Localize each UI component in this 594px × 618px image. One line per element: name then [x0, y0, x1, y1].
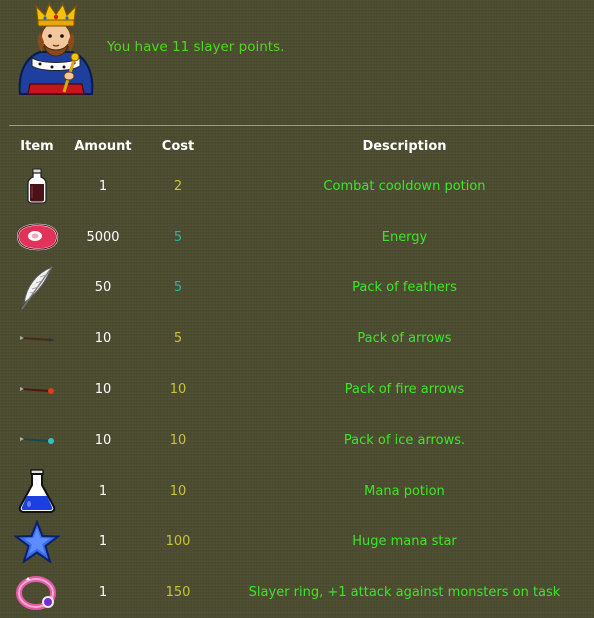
cost-cell: 10	[169, 382, 187, 398]
column-header-cost: Cost	[161, 138, 195, 154]
mana-potion-flask-icon	[18, 469, 56, 514]
description-cell: Energy	[381, 229, 428, 245]
table-header-row: Item Amount Cost Description	[9, 131, 594, 161]
shop-header: You have 11 slayer points.	[14, 2, 594, 102]
description-cell: Pack of feathers	[352, 280, 457, 296]
cost-cell: 150	[165, 585, 191, 601]
table-row[interactable]: 1 150 Slayer ring, +1 attack against mon…	[9, 567, 594, 618]
table-row[interactable]: 10 5 Pack of arrows	[9, 313, 594, 364]
item-cell[interactable]	[9, 161, 65, 212]
cost-cell: 5	[173, 331, 183, 347]
item-cell[interactable]	[9, 364, 65, 415]
item-cell[interactable]	[9, 313, 65, 364]
item-cell[interactable]	[9, 212, 65, 263]
ice-arrow-icon	[20, 437, 54, 445]
cost-cell: 10	[169, 432, 187, 448]
table-row[interactable]: 5000 5 Energy	[9, 212, 594, 263]
amount-cell: 50	[94, 280, 112, 296]
arrow-icon	[20, 335, 55, 342]
header-divider	[9, 125, 594, 126]
column-header-amount: Amount	[74, 138, 132, 154]
table-row[interactable]: 10 10 Pack of fire arrows	[9, 364, 594, 415]
meat-steak-icon	[16, 224, 59, 251]
item-cell[interactable]	[9, 263, 65, 314]
pink-ring-icon	[16, 575, 56, 610]
fire-arrow-icon	[20, 386, 54, 394]
slayer-points-message: You have 11 slayer points.	[107, 39, 285, 55]
table-row[interactable]: 50 5 Pack of feathers	[9, 263, 594, 314]
column-header-description: Description	[362, 138, 447, 154]
table-row[interactable]: 10 10 Pack of ice arrows.	[9, 415, 594, 466]
description-cell: Huge mana star	[352, 534, 457, 550]
column-header-item: Item	[20, 138, 54, 154]
potion-bottle-icon	[27, 168, 47, 205]
description-cell: Pack of fire arrows	[344, 382, 465, 398]
table-row[interactable]: 1 100 Huge mana star	[9, 517, 594, 568]
description-cell: Pack of ice arrows.	[343, 432, 466, 448]
amount-cell: 10	[94, 432, 112, 448]
item-cell[interactable]	[9, 517, 65, 568]
slayer-shop-table: Item Amount Cost Description 1 2 Combat …	[9, 131, 594, 618]
cost-cell: 5	[173, 229, 183, 245]
cost-cell: 100	[165, 534, 191, 550]
item-cell[interactable]	[9, 415, 65, 466]
amount-cell: 5000	[86, 229, 120, 245]
description-cell: Slayer ring, +1 attack against monsters …	[248, 585, 561, 601]
cost-cell: 2	[173, 178, 183, 194]
king-avatar-icon	[18, 2, 94, 95]
amount-cell: 1	[98, 534, 108, 550]
feather-icon	[21, 265, 54, 310]
item-cell[interactable]	[9, 466, 65, 517]
amount-cell: 1	[98, 178, 108, 194]
description-cell: Mana potion	[364, 483, 445, 499]
description-cell: Combat cooldown potion	[323, 178, 486, 194]
cost-cell: 10	[169, 483, 187, 499]
table-row[interactable]: 1 10 Mana potion	[9, 466, 594, 517]
amount-cell: 10	[94, 382, 112, 398]
amount-cell: 1	[98, 483, 108, 499]
description-cell: Pack of arrows	[357, 331, 452, 347]
amount-cell: 10	[94, 331, 112, 347]
amount-cell: 1	[98, 585, 108, 601]
cost-cell: 5	[173, 280, 183, 296]
table-row[interactable]: 1 2 Combat cooldown potion	[9, 161, 594, 212]
blue-star-icon	[14, 519, 60, 564]
item-cell[interactable]	[9, 567, 65, 618]
